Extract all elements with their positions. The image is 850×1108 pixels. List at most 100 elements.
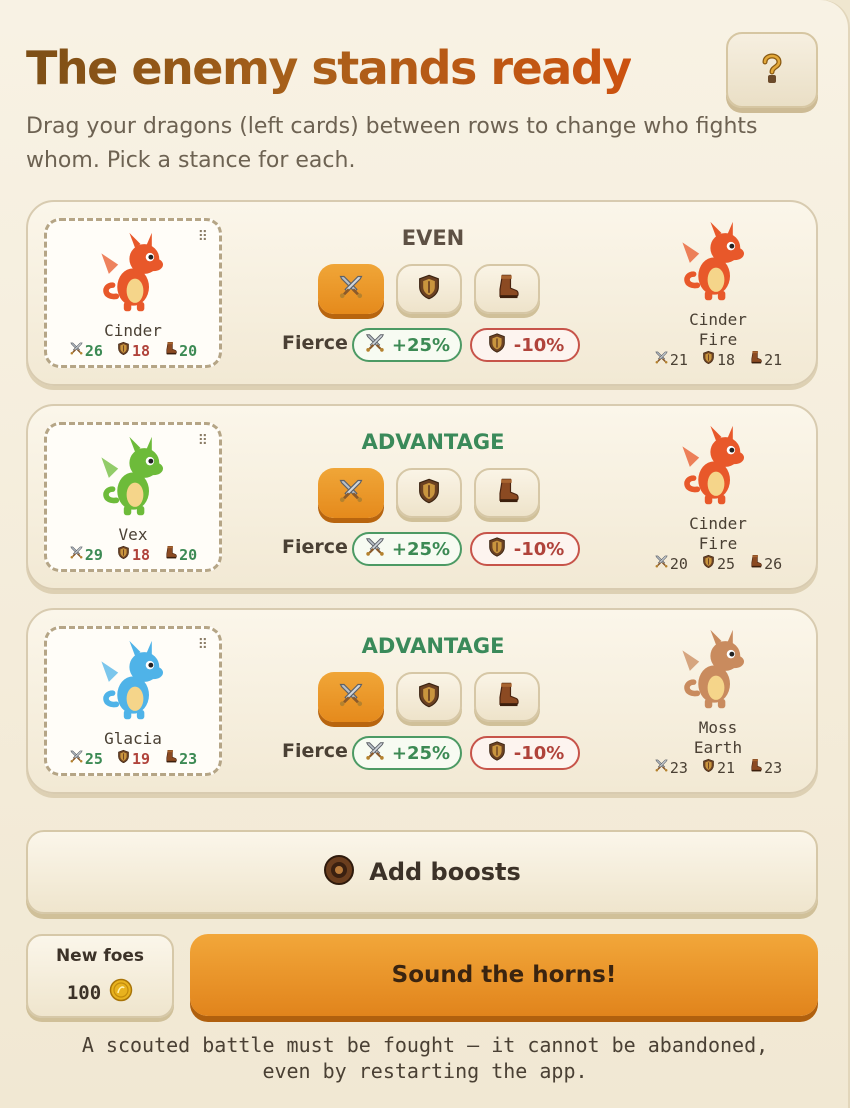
shield-icon xyxy=(415,681,443,713)
drag-handle-icon[interactable]: ⠿ xyxy=(198,637,208,653)
attack-value: 25 xyxy=(84,749,103,768)
defense-stat: 18 xyxy=(116,341,150,360)
stance-swift-button[interactable] xyxy=(474,468,540,518)
stance-selector xyxy=(318,672,558,728)
attack-value: 26 xyxy=(84,341,103,360)
new-foes-cost: 100 xyxy=(28,978,172,1007)
speed-stat: 23 xyxy=(748,758,782,777)
stance-guard-button[interactable] xyxy=(396,264,462,314)
speed-stat: 20 xyxy=(163,341,197,360)
shield-icon xyxy=(701,350,717,369)
footer-line-1: A scouted battle must be fought — it can… xyxy=(81,1033,769,1057)
speed-value: 20 xyxy=(179,545,198,564)
attack-stat: 26 xyxy=(69,341,103,360)
new-foes-button[interactable]: New foes 100 xyxy=(26,934,174,1018)
speed-value: 23 xyxy=(179,749,198,768)
shield-icon xyxy=(486,332,514,359)
enemy-dragon-name: Cinder xyxy=(689,310,747,329)
drag-handle-icon[interactable]: ⠿ xyxy=(198,433,208,449)
shield-icon xyxy=(486,740,514,767)
crossed-swords-icon xyxy=(364,740,392,767)
enemy-dragon: Cinder Fire 20 25 26 xyxy=(638,406,798,592)
stance-modifiers: Fierce +25% -10% xyxy=(278,328,588,364)
shield-icon xyxy=(701,758,717,777)
speed-stat: 21 xyxy=(748,350,782,369)
shield-icon xyxy=(486,536,514,563)
attack-stat: 20 xyxy=(654,554,688,573)
stance-fierce-button[interactable] xyxy=(318,672,384,722)
crossed-swords-icon xyxy=(337,477,365,509)
player-dragon-card[interactable]: ⠿ Vex 29 18 20 xyxy=(44,422,222,572)
defense-stat: 18 xyxy=(116,545,150,564)
stance-label: Fierce xyxy=(282,740,348,762)
defense-value: 18 xyxy=(131,545,151,564)
stance-fierce-button[interactable] xyxy=(318,468,384,518)
matchup-verdict: ADVANTAGE xyxy=(361,430,505,454)
crossed-swords-icon xyxy=(337,273,365,305)
enemy-dragon-element: Earth xyxy=(693,738,743,757)
speed-value: 23 xyxy=(764,758,783,777)
shield-icon xyxy=(415,477,443,509)
boot-icon xyxy=(163,749,179,768)
help-button[interactable] xyxy=(726,32,818,108)
stance-guard-button[interactable] xyxy=(396,672,462,722)
stance-fierce-button[interactable] xyxy=(318,264,384,314)
boot-icon xyxy=(493,681,521,713)
attack-value: 23 xyxy=(669,758,688,777)
player-dragon-stats: 26 18 20 xyxy=(47,341,219,360)
stance-selector xyxy=(318,264,558,320)
dragon-portrait xyxy=(97,639,173,723)
attack-value: 20 xyxy=(669,554,688,573)
player-dragon-name: Cinder xyxy=(104,321,162,340)
speed-value: 21 xyxy=(764,350,783,369)
enemy-dragon-name: Cinder xyxy=(689,514,747,533)
player-dragon-stats: 29 18 20 xyxy=(47,545,219,564)
shield-icon xyxy=(116,341,132,360)
enemy-dragon-stats: 21 18 21 xyxy=(638,350,798,369)
speed-stat: 26 xyxy=(748,554,782,573)
player-dragon-card[interactable]: ⠿ Cinder 26 18 20 xyxy=(44,218,222,368)
shield-icon xyxy=(701,554,717,573)
defense-stat: 25 xyxy=(701,554,735,573)
player-dragon-name: Vex xyxy=(118,525,148,544)
defense-modifier-pill: -10% xyxy=(470,328,580,362)
matchup-row: ⠿ Vex 29 18 20 ADVANTAGE Fierce +25% -10… xyxy=(26,404,818,590)
add-boosts-button[interactable]: Add boosts xyxy=(26,830,818,914)
enemy-dragon-stats: 23 21 23 xyxy=(638,758,798,777)
drag-handle-icon[interactable]: ⠿ xyxy=(198,229,208,245)
crossed-swords-icon xyxy=(69,749,85,768)
question-mark-icon xyxy=(757,50,787,90)
speed-value: 20 xyxy=(179,341,198,360)
matchup-center: ADVANTAGE Fierce +25% -10% xyxy=(278,610,588,796)
stance-label: Fierce xyxy=(282,536,348,558)
boot-icon xyxy=(748,554,764,573)
sound-the-horns-label: Sound the horns! xyxy=(391,962,617,988)
page-subtitle: Drag your dragons (left cards) between r… xyxy=(26,114,758,173)
crossed-swords-icon xyxy=(69,545,85,564)
enemy-dragon: Cinder Fire 21 18 21 xyxy=(638,202,798,388)
attack-modifier-value: +25% xyxy=(391,334,451,356)
crossed-swords-icon xyxy=(337,681,365,713)
speed-stat: 23 xyxy=(163,749,197,768)
stance-swift-button[interactable] xyxy=(474,264,540,314)
new-foes-label: New foes xyxy=(55,946,145,966)
stance-modifiers: Fierce +25% -10% xyxy=(278,736,588,772)
stance-swift-button[interactable] xyxy=(474,672,540,722)
attack-stat: 21 xyxy=(654,350,688,369)
player-dragon-stats: 25 19 23 xyxy=(47,749,219,768)
attack-modifier-pill: +25% xyxy=(352,532,462,566)
shield-icon xyxy=(116,545,132,564)
defense-modifier-value: -10% xyxy=(513,334,565,356)
enemy-dragon-portrait xyxy=(678,220,754,304)
new-foes-cost-value: 100 xyxy=(66,981,102,1004)
gold-coin-icon xyxy=(101,978,133,1007)
stance-guard-button[interactable] xyxy=(396,468,462,518)
attack-modifier-value: +25% xyxy=(391,538,451,560)
defense-value: 19 xyxy=(131,749,151,768)
matchup-verdict: ADVANTAGE xyxy=(361,634,505,658)
defense-value: 25 xyxy=(716,554,736,573)
sound-the-horns-button[interactable]: Sound the horns! xyxy=(190,934,818,1016)
player-dragon-card[interactable]: ⠿ Glacia 25 19 23 xyxy=(44,626,222,776)
page-title: The enemy stands ready xyxy=(26,38,632,98)
attack-modifier-pill: +25% xyxy=(352,328,462,362)
